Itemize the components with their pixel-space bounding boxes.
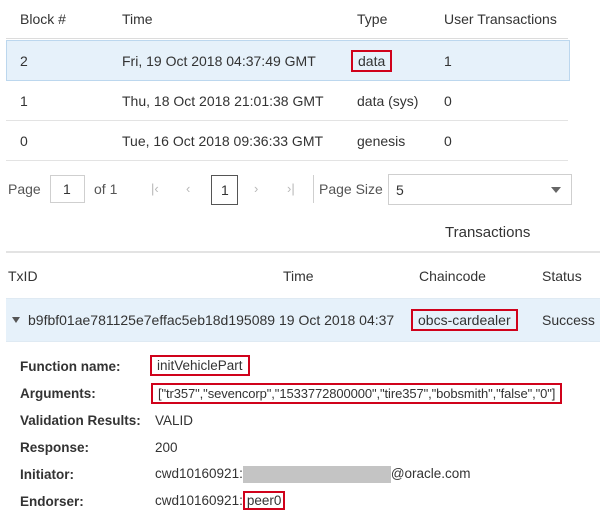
- tx-time: 19 Oct 2018 04:37: [279, 312, 395, 328]
- col-status[interactable]: Status: [542, 268, 582, 284]
- blocks-table-header: Block # Time Type User Transactions: [6, 0, 568, 39]
- col-time[interactable]: Time: [122, 11, 153, 27]
- page-input[interactable]: 1: [50, 175, 85, 203]
- pager-divider: [313, 175, 314, 203]
- initiator-value: cwd10160921: @oracle.com: [155, 466, 471, 483]
- endorser-value: cwd10160921: peer0: [155, 491, 286, 510]
- response-value: 200: [155, 440, 178, 455]
- initiator-label: Initiator:: [20, 467, 74, 482]
- endorser-prefix: cwd10160921:: [155, 493, 243, 508]
- next-page-icon[interactable]: ›: [254, 181, 258, 196]
- initiator-prefix: cwd10160921:: [155, 466, 243, 482]
- block-time: Thu, 18 Oct 2018 21:01:38 GMT: [122, 92, 324, 109]
- block-user-transactions: 1: [444, 52, 452, 69]
- page-label: Page: [8, 181, 41, 197]
- current-page-number: 1: [221, 182, 229, 198]
- col-block-number[interactable]: Block #: [20, 11, 66, 27]
- chevron-down-icon: [551, 187, 561, 193]
- block-time: Tue, 16 Oct 2018 09:36:33 GMT: [122, 132, 324, 149]
- arguments-value: ["tr357","sevencorp","1533772800000","ti…: [151, 383, 563, 404]
- endorser-label: Endorser:: [20, 494, 84, 509]
- transactions-table-header: TxID Time Chaincode Status: [6, 252, 600, 298]
- arguments-label: Arguments:: [20, 386, 96, 401]
- current-page-button[interactable]: 1: [211, 175, 238, 205]
- block-number: 2: [20, 52, 28, 69]
- block-user-transactions: 0: [444, 92, 452, 109]
- of-pages-label: of 1: [94, 181, 118, 197]
- prev-page-icon[interactable]: ‹: [186, 181, 190, 196]
- page-size-label: Page Size: [319, 181, 383, 197]
- function-name-value: initVehiclePart: [150, 355, 250, 376]
- tx-chaincode: obcs-cardealer: [411, 309, 518, 331]
- validation-results-label: Validation Results:: [20, 413, 141, 428]
- transactions-title: Transactions: [445, 224, 531, 241]
- transaction-row[interactable]: b9fbf01ae781125e7effac5eb18d195089 19 Oc…: [6, 298, 600, 342]
- endorser-peer: peer0: [242, 491, 286, 510]
- block-type: data (sys): [357, 92, 419, 109]
- redacted-block: [242, 466, 391, 483]
- response-label: Response:: [20, 440, 90, 455]
- tx-status: Success: [542, 312, 595, 328]
- page-size-select[interactable]: 5: [388, 174, 572, 205]
- block-time: Fri, 19 Oct 2018 04:37:49 GMT: [122, 52, 316, 69]
- block-type: data: [351, 49, 393, 72]
- tx-id: b9fbf01ae781125e7effac5eb18d195089: [28, 312, 276, 328]
- first-page-icon[interactable]: |‹: [151, 181, 159, 196]
- last-page-icon[interactable]: ›|: [287, 181, 295, 196]
- function-name-label: Function name:: [20, 359, 121, 374]
- block-number: 1: [20, 92, 28, 109]
- expand-toggle-icon[interactable]: [12, 317, 20, 323]
- col-type[interactable]: Type: [357, 11, 387, 27]
- table-row-block-1[interactable]: 1 Thu, 18 Oct 2018 21:01:38 GMT data (sy…: [6, 81, 568, 121]
- table-row-block-2[interactable]: 2 Fri, 19 Oct 2018 04:37:49 GMT data 1: [6, 40, 570, 81]
- col-tx-time[interactable]: Time: [283, 268, 314, 284]
- initiator-suffix: @oracle.com: [390, 466, 471, 482]
- validation-results-value: VALID: [155, 413, 194, 428]
- block-user-transactions: 0: [444, 132, 452, 149]
- col-txid[interactable]: TxID: [8, 268, 38, 284]
- block-number: 0: [20, 132, 28, 149]
- col-chaincode[interactable]: Chaincode: [419, 268, 486, 284]
- page-input-value: 1: [63, 181, 71, 197]
- table-row-block-0[interactable]: 0 Tue, 16 Oct 2018 09:36:33 GMT genesis …: [6, 121, 568, 161]
- col-user-transactions[interactable]: User Transactions: [444, 11, 557, 27]
- page-size-value: 5: [396, 182, 404, 198]
- block-type: genesis: [357, 132, 406, 149]
